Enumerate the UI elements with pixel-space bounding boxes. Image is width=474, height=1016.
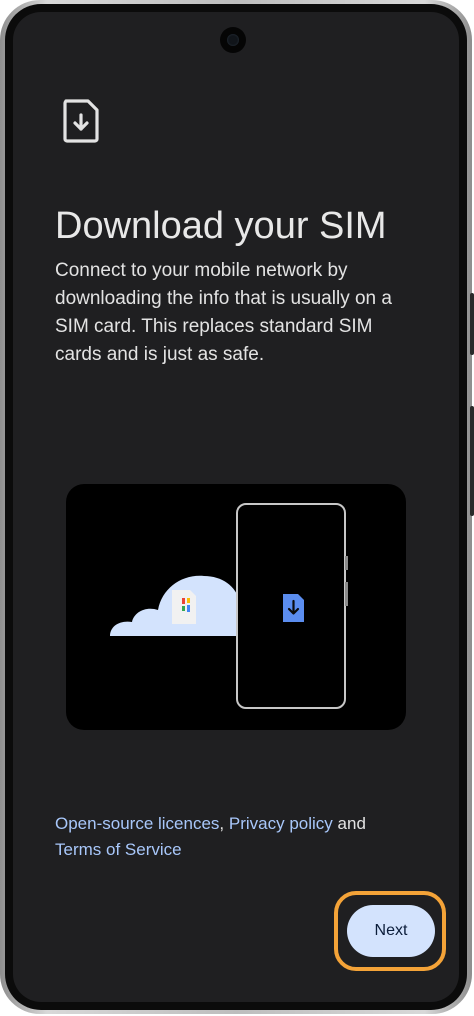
illustration-graphic xyxy=(110,503,348,709)
legal-links: Open-source licences, Privacy policy and… xyxy=(55,811,415,863)
front-camera xyxy=(220,27,246,53)
sim-download-icon xyxy=(63,99,99,143)
page-description: Connect to your mobile network by downlo… xyxy=(55,260,392,365)
power-button xyxy=(470,293,474,355)
volume-button xyxy=(470,406,474,516)
links-separator: , xyxy=(219,814,225,833)
terms-of-service-link[interactable]: Terms of Service xyxy=(55,840,182,859)
links-and-text: and xyxy=(337,814,366,833)
next-button[interactable]: Next xyxy=(347,905,435,957)
page-title: Download your SIM xyxy=(55,205,387,248)
sim-download-illustration xyxy=(66,484,406,730)
phone-illustration xyxy=(236,503,348,709)
device-frame: Download your SIM Connect to your mobile… xyxy=(0,0,474,1016)
open-source-licences-link[interactable]: Open-source licences xyxy=(55,814,219,833)
cloud-sim-icon xyxy=(172,590,196,624)
privacy-policy-link[interactable]: Privacy policy xyxy=(229,814,333,833)
